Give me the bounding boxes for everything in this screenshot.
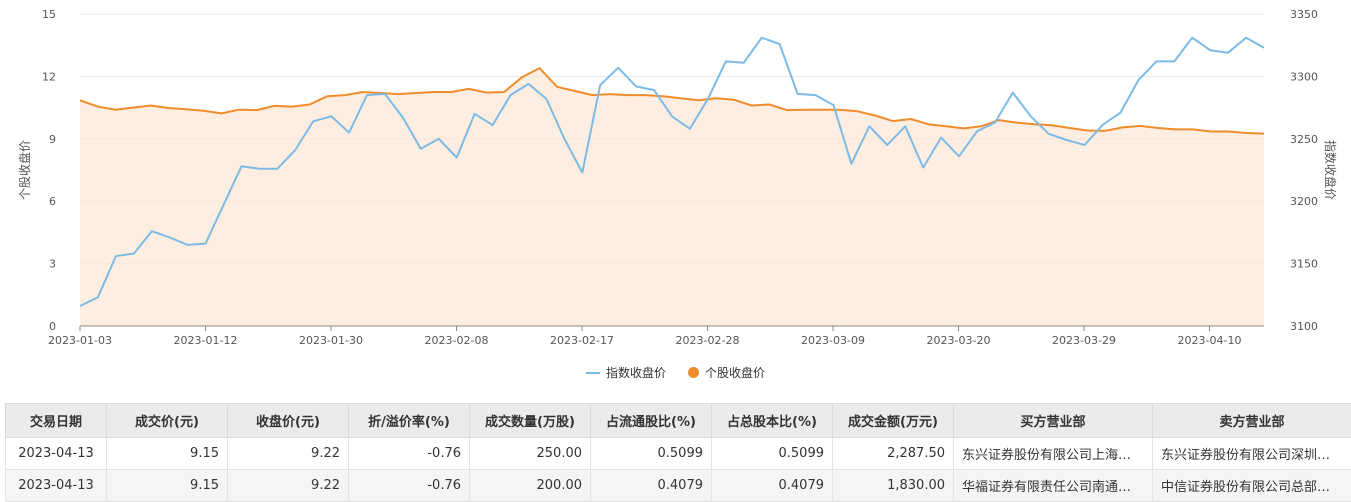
legend-item-index[interactable]: 指数收盘价 xyxy=(586,364,666,381)
y-right-tick-label: 3350 xyxy=(1290,8,1318,21)
y-right-tick-label: 3100 xyxy=(1290,320,1318,333)
table-cell: 200.00 xyxy=(470,470,591,502)
y-left-tick-label: 3 xyxy=(49,258,56,271)
table-cell: 9.22 xyxy=(228,438,349,470)
y-right-tick-label: 3150 xyxy=(1290,258,1318,271)
y-left-tick-label: 9 xyxy=(49,133,56,146)
table-header-row: 交易日期 成交价(元) 收盘价(元) 折/溢价率(%) 成交数量(万股) 占流通… xyxy=(6,404,1351,438)
y-left-axis-label: 个股收盘价 xyxy=(17,140,32,200)
y-left-tick-label: 15 xyxy=(42,8,56,21)
column-header[interactable]: 折/溢价率(%) xyxy=(349,404,470,438)
column-header[interactable]: 买方营业部 xyxy=(954,404,1153,438)
y-left-tick-label: 0 xyxy=(49,320,56,333)
legend-item-stock[interactable]: 个股收盘价 xyxy=(688,364,765,381)
x-tick-label: 2023-02-08 xyxy=(425,334,489,347)
table-cell: -0.76 xyxy=(349,470,470,502)
stock-area-fill xyxy=(80,68,1264,326)
table-row: 2023-04-13 9.15 9.22 -0.76 200.00 0.4079… xyxy=(6,470,1351,502)
legend-label-index: 指数收盘价 xyxy=(606,364,666,381)
column-header[interactable]: 成交金额(万元) xyxy=(833,404,954,438)
column-header[interactable]: 收盘价(元) xyxy=(228,404,349,438)
table-cell: 0.5099 xyxy=(712,438,833,470)
column-header[interactable]: 占总股本比(%) xyxy=(712,404,833,438)
legend-label-stock: 个股收盘价 xyxy=(705,364,765,381)
legend-dot-swatch xyxy=(688,367,699,378)
y-right-axis-label: 指数收盘价 xyxy=(1323,140,1338,200)
table-cell: 0.4079 xyxy=(712,470,833,502)
x-tick-label: 2023-04-10 xyxy=(1178,334,1242,347)
column-header[interactable]: 成交价(元) xyxy=(107,404,228,438)
x-tick-label: 2023-01-30 xyxy=(299,334,363,347)
column-header[interactable]: 交易日期 xyxy=(6,404,107,438)
x-tick-label: 2023-03-29 xyxy=(1052,334,1116,347)
table-cell: 250.00 xyxy=(470,438,591,470)
y-left-tick-label: 6 xyxy=(49,195,56,208)
table-row: 2023-04-13 9.15 9.22 -0.76 250.00 0.5099… xyxy=(6,438,1351,470)
table-cell: 9.22 xyxy=(228,470,349,502)
y-left-tick-label: 12 xyxy=(42,70,56,83)
stock-area xyxy=(80,68,1264,326)
table-cell: 华福证券有限责任公司南通… xyxy=(954,470,1153,502)
y-right-tick-label: 3300 xyxy=(1290,70,1318,83)
x-tick-label: 2023-02-28 xyxy=(676,334,740,347)
table-cell: 2023-04-13 xyxy=(6,470,107,502)
table-cell: 0.5099 xyxy=(591,438,712,470)
table-cell: 9.15 xyxy=(107,470,228,502)
column-header[interactable]: 卖方营业部 xyxy=(1153,404,1351,438)
x-tick-label: 2023-02-17 xyxy=(550,334,614,347)
table-cell: 2,287.50 xyxy=(833,438,954,470)
legend-line-swatch xyxy=(586,372,600,374)
y-right-tick-label: 3200 xyxy=(1290,195,1318,208)
x-tick-label: 2023-01-12 xyxy=(174,334,238,347)
table-cell: 东兴证券股份有限公司深圳… xyxy=(1153,438,1351,470)
column-header[interactable]: 成交数量(万股) xyxy=(470,404,591,438)
x-tick-label: 2023-03-20 xyxy=(927,334,991,347)
x-tick-label: 2023-03-09 xyxy=(801,334,865,347)
table-cell: 1,830.00 xyxy=(833,470,954,502)
table-cell: -0.76 xyxy=(349,438,470,470)
table-cell: 0.4079 xyxy=(591,470,712,502)
table-cell: 2023-04-13 xyxy=(6,438,107,470)
table-cell: 中信证券股份有限公司总部… xyxy=(1153,470,1351,502)
x-tick-label: 2023-01-03 xyxy=(48,334,112,347)
table-cell: 东兴证券股份有限公司上海… xyxy=(954,438,1153,470)
block-trade-table: 交易日期 成交价(元) 收盘价(元) 折/溢价率(%) 成交数量(万股) 占流通… xyxy=(5,403,1351,502)
column-header[interactable]: 占流通股比(%) xyxy=(591,404,712,438)
chart-legend: 指数收盘价 个股收盘价 xyxy=(0,364,1351,381)
price-chart: 0 3 6 9 12 15 3100 3150 3200 3250 3300 3350 2023-01-… xyxy=(0,0,1351,400)
table-cell: 9.15 xyxy=(107,438,228,470)
y-right-tick-label: 3250 xyxy=(1290,133,1318,146)
